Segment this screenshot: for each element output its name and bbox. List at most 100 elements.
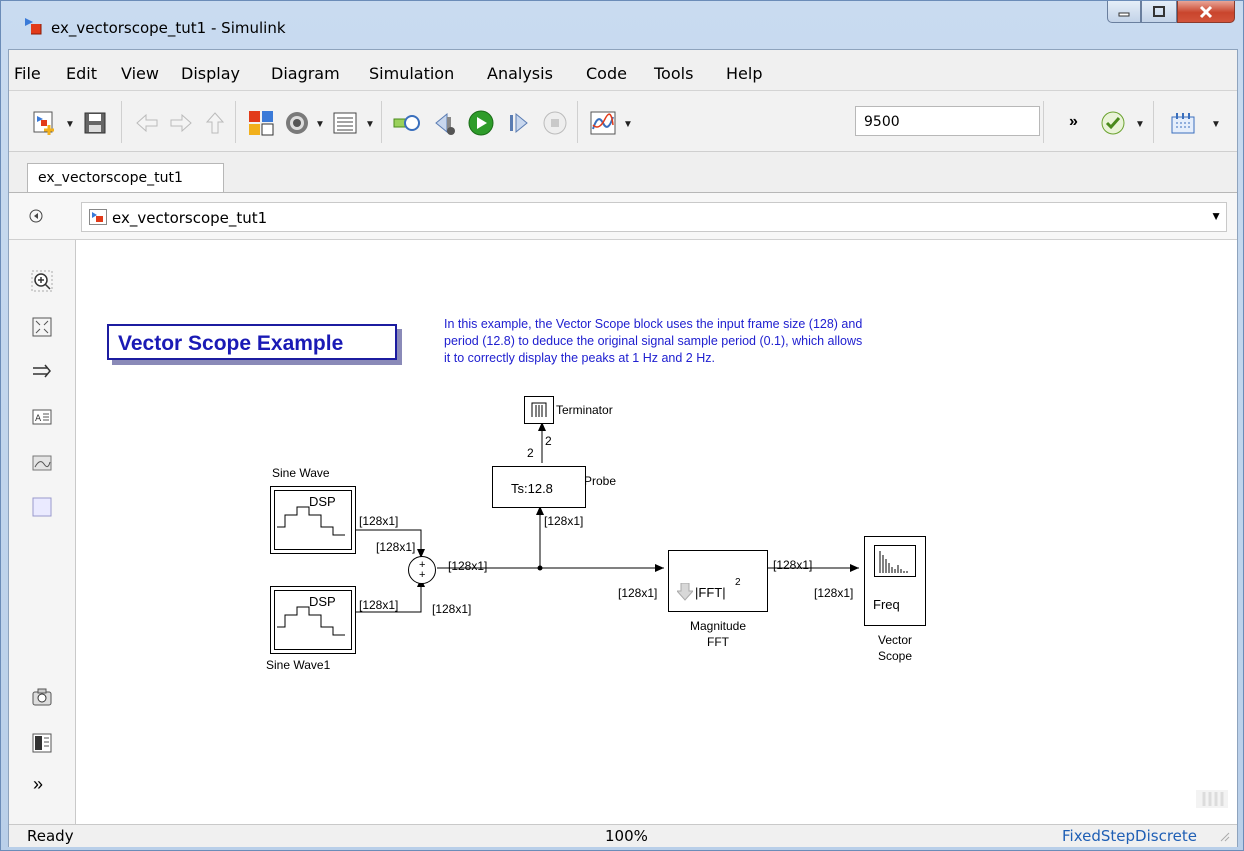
menu-view[interactable]: View — [121, 64, 159, 83]
chevron-down-icon[interactable]: ▼ — [65, 119, 75, 130]
vector-scope-block[interactable]: Freq — [864, 536, 926, 626]
model-explorer-icon[interactable] — [331, 109, 359, 137]
menu-file[interactable]: File — [14, 64, 41, 83]
more-palette-button[interactable]: » — [33, 774, 43, 795]
signal-label: [128x1] — [773, 558, 813, 572]
scope-text: Freq — [873, 597, 900, 612]
tab-strip: ex_vectorscope_tut1 — [9, 152, 1237, 193]
title-bar[interactable]: ex_vectorscope_tut1 - Simulink — [1, 1, 1243, 49]
model-icon — [89, 209, 107, 225]
property-inspector-icon[interactable] — [31, 732, 53, 754]
zoom-in-icon[interactable] — [31, 270, 53, 292]
terminator-label: Terminator — [556, 403, 613, 417]
settings-gear-icon[interactable] — [283, 109, 311, 137]
minimize-icon — [1118, 12, 1130, 16]
sine-wave-label: Sine Wave — [272, 466, 330, 480]
model-advisor-check-icon[interactable] — [1099, 109, 1127, 137]
probe-label: Probe — [584, 474, 617, 488]
model-canvas[interactable]: Vector Scope Example In this example, th… — [76, 240, 1237, 824]
fft-text: |FFT| — [695, 585, 726, 600]
dimension-label: 2 — [545, 434, 552, 448]
description-line: In this example, the Vector Scope block … — [444, 317, 863, 331]
vector-scope-label: Vector Scope — [854, 632, 936, 664]
zoom-level: 100% — [605, 827, 648, 845]
fft-exponent: 2 — [735, 577, 741, 588]
probe-block[interactable]: Ts:12.8 — [492, 466, 586, 508]
step-forward-icon[interactable] — [505, 109, 533, 137]
fft-label-line: FFT — [707, 635, 729, 649]
build-model-icon[interactable] — [1169, 109, 1197, 137]
tab-ex-vectorscope-tut1[interactable]: ex_vectorscope_tut1 — [27, 163, 224, 192]
forward-arrow-icon[interactable] — [167, 109, 195, 137]
update-diagram-icon[interactable] — [393, 109, 421, 137]
sine-wave1-label: Sine Wave1 — [266, 658, 331, 672]
stop-time-input[interactable]: 9500 — [855, 106, 1040, 136]
area-icon[interactable] — [31, 496, 53, 518]
menu-diagram[interactable]: Diagram — [271, 64, 340, 83]
sine-wave1-block[interactable]: DSP — [270, 586, 356, 654]
route-lines-icon[interactable] — [31, 360, 53, 382]
menu-edit[interactable]: Edit — [66, 64, 97, 83]
new-model-icon[interactable] — [31, 109, 59, 137]
menu-help[interactable]: Help — [726, 64, 762, 83]
magnitude-fft-block[interactable]: |FFT| 2 — [668, 550, 768, 612]
dsp-text: DSP — [309, 494, 336, 509]
terminator-icon — [531, 402, 547, 417]
hide-explorer-icon[interactable] — [29, 209, 43, 223]
simulation-data-inspector-icon[interactable] — [589, 109, 617, 137]
menu-display[interactable]: Display — [181, 64, 240, 83]
annotation-icon[interactable]: A — [31, 406, 53, 428]
tool-palette: A » — [9, 240, 76, 824]
chevron-down-icon[interactable]: ▼ — [1211, 119, 1221, 130]
maximize-button[interactable] — [1141, 1, 1177, 23]
terminator-block[interactable] — [524, 396, 554, 424]
chevron-down-icon[interactable]: ▼ — [1135, 119, 1145, 130]
library-browser-icon[interactable] — [247, 109, 275, 137]
sum-block[interactable]: + + — [408, 556, 436, 584]
chevron-down-icon[interactable]: ▼ — [365, 119, 375, 130]
scope-label-line: Scope — [877, 649, 913, 663]
signal-label: [128x1] — [359, 514, 399, 528]
diagram-title-box[interactable]: Vector Scope Example — [107, 324, 397, 360]
diagram-description: In this example, the Vector Scope block … — [444, 316, 862, 367]
screenshot-camera-icon[interactable] — [31, 686, 53, 708]
save-icon[interactable] — [81, 109, 109, 137]
menu-analysis[interactable]: Analysis — [487, 64, 553, 83]
scroll-grip-icon[interactable] — [1196, 790, 1228, 808]
signal-label: [128x1] — [448, 559, 488, 573]
sum-sign: + — [419, 569, 426, 581]
chevron-down-icon[interactable]: ▼ — [315, 119, 325, 130]
menu-code[interactable]: Code — [586, 64, 627, 83]
chevron-down-icon[interactable]: ▼ — [623, 119, 633, 130]
sine-wave-block[interactable]: DSP — [270, 486, 356, 554]
more-tools-button[interactable]: » — [1069, 113, 1078, 131]
minimize-button[interactable] — [1107, 1, 1141, 23]
status-bar: Ready 100% FixedStepDiscrete — [9, 824, 1237, 847]
run-icon[interactable] — [467, 109, 495, 137]
image-icon[interactable] — [31, 452, 53, 474]
solver-link[interactable]: FixedStepDiscrete — [1062, 827, 1197, 845]
signal-label: [128x1] — [432, 602, 472, 616]
stop-icon[interactable] — [541, 109, 569, 137]
signal-label: [128x1] — [544, 514, 584, 528]
signal-label: [128x1] — [376, 540, 416, 554]
breadcrumb[interactable]: ex_vectorscope_tut1 ▼ — [81, 202, 1227, 232]
back-arrow-icon[interactable] — [133, 109, 161, 137]
maximize-icon — [1153, 5, 1165, 17]
scope-label-line: Vector — [877, 633, 913, 647]
chevron-down-icon[interactable]: ▼ — [1210, 209, 1222, 223]
step-back-icon[interactable] — [431, 109, 459, 137]
up-arrow-icon[interactable] — [201, 109, 229, 137]
signal-label: [128x1] — [359, 598, 399, 612]
simulink-app-icon — [25, 18, 42, 35]
close-icon — [1199, 5, 1213, 18]
breadcrumb-model[interactable]: ex_vectorscope_tut1 — [112, 209, 267, 227]
menu-tools[interactable]: Tools — [654, 64, 693, 83]
breadcrumb-bar: ex_vectorscope_tut1 ▼ — [9, 193, 1237, 240]
resize-grip-icon[interactable] — [1219, 831, 1231, 843]
close-button[interactable] — [1177, 1, 1235, 23]
fit-to-view-icon[interactable] — [31, 316, 53, 338]
signal-label: [128x1] — [618, 586, 658, 600]
scope-spectrum-icon — [874, 545, 916, 577]
menu-simulation[interactable]: Simulation — [369, 64, 454, 83]
